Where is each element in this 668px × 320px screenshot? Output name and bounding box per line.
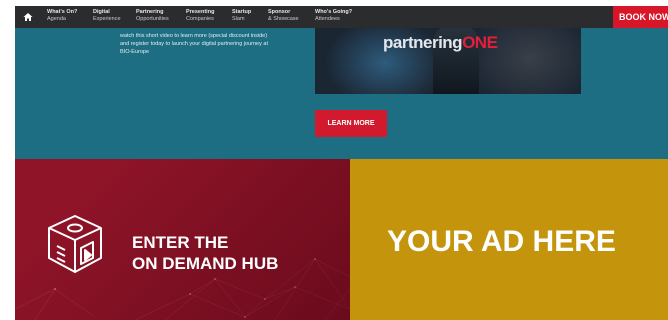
- ad-placeholder[interactable]: YOUR AD HERE: [350, 159, 668, 320]
- hub-title: ENTER THE ON DEMAND HUB: [132, 232, 278, 274]
- nav-item-sponsor-showcase[interactable]: Sponsor & Showcase: [268, 9, 299, 23]
- nav-item-sub: Attendees: [315, 16, 340, 22]
- hero-section: watch this short video to learn more (sp…: [15, 28, 668, 159]
- promo-video[interactable]: partneringONE: [315, 28, 581, 94]
- nav-item-sub: Companies: [186, 16, 214, 22]
- on-demand-hub-banner[interactable]: ENTER THE ON DEMAND HUB: [15, 159, 350, 320]
- hub-title-line2: ON DEMAND HUB: [132, 254, 279, 273]
- nav-item-sub: Opportunities: [136, 16, 169, 22]
- hero-text: watch this short video to learn more (sp…: [120, 32, 310, 56]
- nav-item-partnering-opportunities[interactable]: Partnering Opportunities: [136, 9, 169, 23]
- nav-item-attendees[interactable]: Who's Going? Attendees: [315, 9, 352, 23]
- nav-item-agenda[interactable]: What's On? Agenda: [47, 9, 77, 23]
- nav-item-title: What's On?: [47, 9, 78, 15]
- nav-item-sub: Slam: [232, 16, 245, 22]
- nav-item-startup-slam[interactable]: Startup Slam: [232, 9, 251, 23]
- hero-text-line: watch this short video to learn more (sp…: [120, 33, 268, 39]
- hub-title-line1: ENTER THE: [132, 233, 229, 252]
- nav-item-sub: & Showcase: [268, 16, 299, 22]
- nav-item-title: Digital: [93, 9, 110, 15]
- nav-item-sub: Agenda: [47, 16, 66, 22]
- nav-item-title: Sponsor: [268, 9, 291, 15]
- nav-item-digital-experience[interactable]: Digital Experience: [93, 9, 121, 23]
- partneringone-logo: partneringONE: [383, 33, 498, 52]
- nav-item-title: Who's Going?: [315, 9, 353, 15]
- on-demand-hub-icon: [48, 215, 102, 273]
- nav-item-title: Partnering: [136, 9, 164, 15]
- nav-item-title: Presenting: [186, 9, 215, 15]
- hero-text-line: and register today to launch your digita…: [120, 41, 268, 47]
- nav-item-title: Startup: [232, 9, 252, 15]
- book-now-button[interactable]: BOOK NOW: [613, 6, 668, 28]
- hero-text-line: BIO-Europe: [120, 49, 150, 55]
- page-frame: What's On? Agenda Digital Experience Par…: [15, 6, 668, 320]
- nav-item-presenting-companies[interactable]: Presenting Companies: [186, 9, 214, 23]
- ad-label: YOUR AD HERE: [387, 225, 616, 258]
- top-nav: What's On? Agenda Digital Experience Par…: [15, 6, 668, 28]
- nav-item-sub: Experience: [93, 16, 121, 22]
- home-icon[interactable]: [23, 12, 33, 22]
- learn-more-button[interactable]: LEARN MORE: [315, 110, 387, 137]
